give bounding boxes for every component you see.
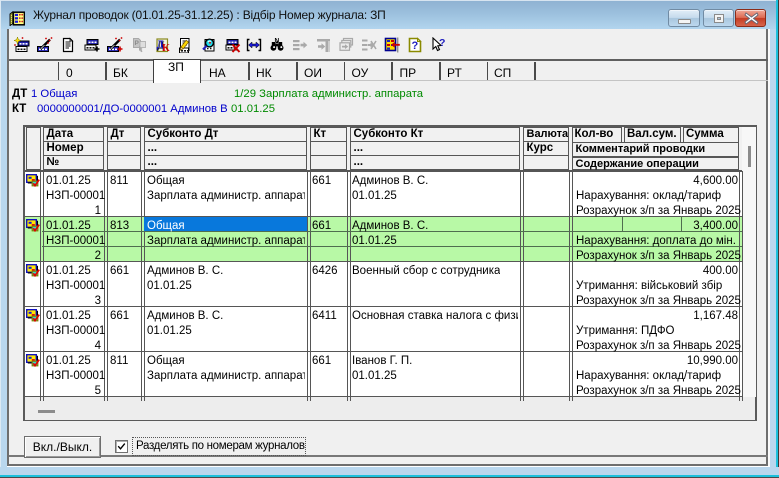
svg-text:?: ?	[439, 37, 445, 49]
svg-text:К: К	[162, 43, 170, 53]
svg-text:?: ?	[412, 40, 419, 52]
svg-text:P: P	[135, 40, 140, 47]
